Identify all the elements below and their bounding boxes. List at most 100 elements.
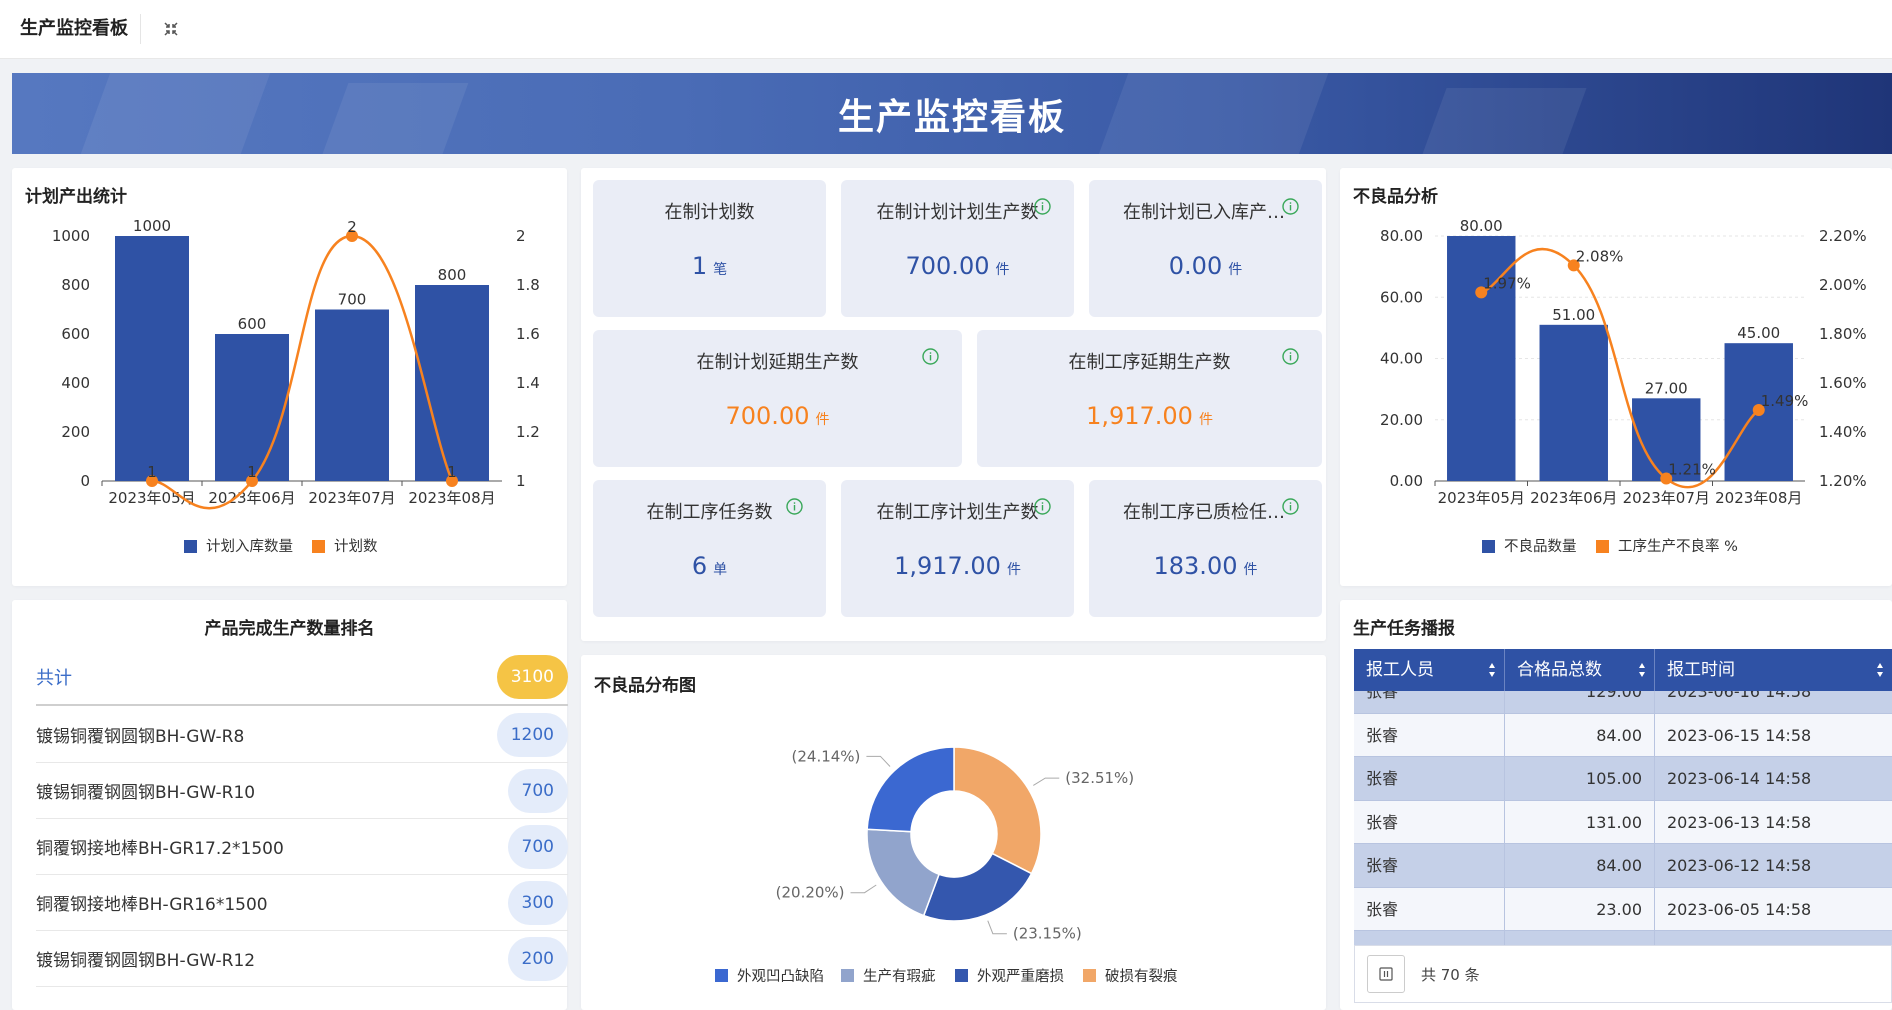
pie-slice — [866, 746, 955, 833]
line-value-label: 1.49% — [1761, 392, 1809, 410]
ranking-count-badge: 200 — [507, 936, 568, 981]
ranking-count-badge: 1200 — [496, 712, 568, 757]
series-line — [151, 234, 454, 510]
ranking-row: 铜覆钢接地棒BH-GR17.2*1500 700 — [36, 819, 568, 875]
info-icon[interactable] — [1033, 197, 1052, 216]
bar — [1539, 324, 1608, 481]
legend-label: 工序生产不良率 % — [1618, 538, 1738, 555]
table-row[interactable]: 张睿 84.00 2023-06-12 14:58 — [1354, 844, 1892, 888]
column-header-report-time[interactable]: 报工时间 — [1655, 649, 1892, 691]
sort-icon[interactable] — [1638, 662, 1646, 678]
slice-percent-label: (23.15%) — [1013, 925, 1082, 943]
leader-line — [987, 920, 1007, 935]
kpi-unit: 件 — [995, 262, 1010, 278]
kpi-label: 在制计划数 — [664, 202, 755, 223]
info-icon[interactable] — [1033, 497, 1052, 516]
kpi-unit: 件 — [815, 412, 830, 428]
line-value-label: 2 — [347, 218, 357, 236]
cell-report-time: 2023-06-12 14:58 — [1667, 856, 1812, 875]
bar-value-label: 45.00 — [1737, 324, 1780, 342]
kpi-number: 1,917.00 — [894, 552, 1001, 580]
kpi-unit: 件 — [1228, 262, 1243, 278]
cell-reporter: 张睿 — [1354, 887, 1505, 930]
legend-label: 计划数 — [334, 538, 378, 555]
y-right-tick-label: 2.20% — [1819, 227, 1867, 245]
table-row[interactable]: 张睿 23.00 2023-06-05 14:58 — [1354, 887, 1892, 931]
bar-value-label: 600 — [238, 315, 267, 333]
compress-icon[interactable] — [161, 19, 181, 39]
leader-line — [850, 884, 877, 894]
slice-percent-label: (20.20%) — [776, 884, 845, 902]
legend-label: 计划入库数量 — [206, 538, 293, 555]
task-report-title: 生产任务播报 — [1353, 619, 1455, 639]
table-row[interactable]: 张睿 129.00 2023-06-16 14:58 — [1354, 691, 1892, 714]
pager-total: 共 70 条 — [1421, 965, 1480, 984]
info-icon[interactable] — [1281, 347, 1300, 366]
x-tick-label: 2023年05月 — [1438, 489, 1525, 507]
y-left-tick-label: 400 — [61, 374, 90, 392]
ranking-total-label: 共计 — [36, 668, 72, 689]
kpi-unit: 件 — [1006, 562, 1021, 578]
kpi-number: 183.00 — [1153, 552, 1238, 580]
sort-icon[interactable] — [1488, 662, 1496, 678]
leader-line — [866, 755, 891, 767]
line-value-label: 1 — [247, 463, 257, 481]
kpi-number: 1 — [691, 252, 708, 280]
cell-reporter: 张睿 — [1354, 691, 1505, 713]
line-value-label: 1 — [447, 463, 457, 481]
x-tick-label: 2023年08月 — [1715, 489, 1802, 507]
ranking-title: 产品完成生产数量排名 — [204, 619, 375, 639]
cell-report-time: 2023-06-05 14:58 — [1667, 899, 1812, 919]
kpi-label: 在制计划延期生产数 — [696, 352, 859, 373]
sort-icon[interactable] — [1876, 662, 1884, 678]
table-row[interactable]: 张睿 131.00 2023-06-13 14:58 — [1354, 800, 1892, 844]
kpi-card: 在制工序任务数 6 单 — [593, 480, 826, 617]
kpi-unit: 单 — [713, 562, 728, 578]
y-right-tick-label: 1 — [516, 472, 526, 490]
pause-icon[interactable] — [1367, 955, 1405, 993]
column-header-reporter[interactable]: 报工人员 — [1354, 649, 1505, 691]
legend-swatch — [1083, 969, 1096, 982]
kpi-card: 在制工序延期生产数 1,917.00 件 — [977, 330, 1322, 467]
ranking-product-name: 铜覆钢接地棒BH-GR17.2*1500 — [36, 839, 284, 859]
kpi-label: 在制工序延期生产数 — [1068, 352, 1231, 373]
cell-qualified-total: 84.00 — [1505, 713, 1655, 756]
kpi-value: 0.00 件 — [1089, 252, 1322, 280]
legend-swatch — [715, 969, 728, 982]
legend-label: 外观凹凸缺陷 — [737, 968, 824, 985]
ranking-count-badge: 300 — [507, 880, 568, 925]
kpi-value: 1笔 — [593, 252, 826, 280]
bar — [415, 285, 489, 481]
y-right-tick-label: 1.60% — [1819, 374, 1867, 392]
info-icon[interactable] — [1281, 497, 1300, 516]
slice-percent-label: (24.14%) — [792, 747, 861, 765]
info-icon[interactable] — [1281, 197, 1300, 216]
kpi-value: 6单 — [593, 552, 826, 580]
table-row[interactable]: 张睿 105.00 2023-06-14 14:58 — [1354, 757, 1892, 801]
cell-reporter: 张睿 — [1354, 844, 1505, 887]
banner-title: 生产监控看板 — [837, 96, 1066, 138]
ranking-count-badge: 700 — [507, 768, 568, 813]
cell-report-time: 2023-06-16 14:58 — [1667, 691, 1812, 701]
kpi-value: 700.00 件 — [593, 402, 962, 430]
legend-label: 生产有瑕疵 — [863, 968, 936, 985]
y-right-tick-label: 2 — [516, 227, 526, 245]
ranking-row: 镀锡铜覆钢圆钢BH-GW-R8 1200 — [36, 707, 568, 763]
cell-qualified-total: 84.00 — [1505, 844, 1655, 887]
line-value-label: 1.97% — [1483, 274, 1531, 292]
table-row[interactable] — [1354, 931, 1892, 945]
pie-slice — [953, 746, 1042, 875]
bar-value-label: 80.00 — [1460, 217, 1503, 235]
table-row[interactable]: 张睿 84.00 2023-06-15 14:58 — [1354, 713, 1892, 757]
ranking-total-badge: 3100 — [496, 655, 568, 699]
y-left-tick-label: 40.00 — [1380, 350, 1423, 368]
y-right-tick-label: 1.2 — [516, 423, 540, 441]
info-icon[interactable] — [921, 347, 940, 366]
info-icon[interactable] — [785, 497, 804, 516]
kpi-panel: 在制计划数 1 笔在制计划计划生产数 700.00 件在制计划已入库产品... 0.00 件… — [581, 168, 1326, 641]
task-table-body[interactable]: 张睿 129.00 2023-06-16 14:58 张睿 84.00 2023-06-1… — [1354, 691, 1892, 945]
y-left-tick-label: 600 — [61, 325, 90, 343]
defect-analysis-chart: 0.00 20.00 40.00 60.00 80.00 1.20% 1.40% 1.60% 1… — [1380, 217, 1867, 555]
cell-reporter: 张睿 — [1354, 757, 1505, 800]
column-header-qualified-total[interactable]: 合格品总数 — [1505, 649, 1655, 691]
